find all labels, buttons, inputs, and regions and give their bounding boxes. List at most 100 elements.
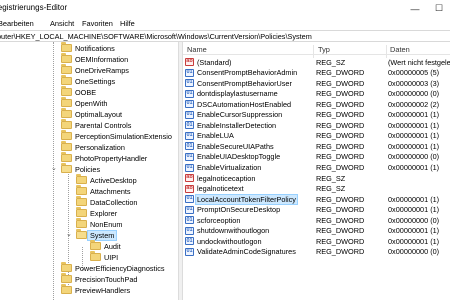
folder-icon [76,196,87,206]
tree-item[interactable]: ActiveDesktop [0,174,178,186]
value-row[interactable]: 01 scforceoption REG_DWORD 0x00000000 (0) [183,215,450,225]
binary-value-icon: 01 [185,226,194,235]
tree-item[interactable]: PowerEfficiencyDiagnostics [0,262,178,274]
value-type: REG_DWORD [316,226,365,236]
value-data: 0x00000002 (2) [388,99,440,109]
collapse-arrow-icon[interactable]: ⌄ [51,164,57,172]
binary-value-icon: 01 [185,247,194,256]
value-row[interactable]: 01 PromptOnSecureDesktop REG_DWORD 0x000000… [183,205,450,215]
folder-icon [61,130,72,140]
tree-item[interactable]: UIPI [0,251,178,263]
column-header-data[interactable]: Daten [390,45,410,54]
value-type: REG_DWORD [316,89,365,99]
folder-icon [61,64,72,74]
value-data: 0x00000001 (1) [388,131,440,141]
tree-item[interactable]: OptimalLayout [0,108,178,120]
menu-bearbeiten[interactable]: Bearbeiten [0,19,34,28]
tree-item[interactable]: NonEnum [0,218,178,230]
menu-hilfe[interactable]: Hilfe [120,19,135,28]
tree-item[interactable]: DataCollection [0,196,178,208]
value-row[interactable]: ab (Standard) REG_SZ (Wert nicht festgele [183,57,450,67]
value-name: legalnoticetext [197,184,244,194]
value-type: REG_SZ [316,57,346,67]
value-row[interactable]: 01 EnableSecureUIAPaths REG_DWORD 0x0000000… [183,141,450,151]
value-name: DSCAutomationHostEnabled [197,99,292,109]
tree-item-label: PerceptionSimulationExtensio [75,132,172,141]
menu-ansicht[interactable]: Ansicht [50,19,74,28]
tree-item[interactable]: Personalization [0,141,178,153]
binary-value-icon: 01 [185,237,194,246]
tree-item[interactable]: PrecisionTouchPad [0,273,178,285]
value-name: scforceoption [197,215,241,225]
value-type: REG_DWORD [316,194,365,204]
collapse-arrow-icon[interactable]: ⌄ [66,230,72,238]
tree-item[interactable]: Explorer [0,207,178,219]
tree-item-label: Explorer [90,209,118,218]
tree-item[interactable]: OOBE [0,86,178,98]
tree-item[interactable]: OneDriveRamps [0,64,178,76]
value-row[interactable]: 01 ValidateAdminCodeSignatures REG_DWORD 0x… [183,247,450,257]
tree-item[interactable]: ⌄ Policies [0,163,178,175]
value-row[interactable]: 01 EnableLUA REG_DWORD 0x00000001 (1) [183,131,450,141]
tree-item[interactable]: OpenWith [0,97,178,109]
value-data: 0x00000000 (0) [388,152,440,162]
tree-item[interactable]: Attachments [0,185,178,197]
tree-item-label: DataCollection [90,198,138,207]
value-row[interactable]: 01 EnableVirtualization REG_DWORD 0x0000000… [183,163,450,173]
folder-icon [90,251,101,261]
value-row[interactable]: 01 shutdownwithoutlogon REG_DWORD 0x0000000… [183,226,450,236]
value-type: REG_DWORD [316,236,365,246]
address-bar[interactable]: puter\HKEY_LOCAL_MACHINE\SOFTWARE\Micros… [0,30,450,42]
tree-item[interactable]: Notifications [0,42,178,54]
value-data: 0x00000000 (0) [388,247,440,257]
address-path: puter\HKEY_LOCAL_MACHINE\SOFTWARE\Micros… [0,32,312,41]
window-title: Registrierungs-Editor [0,3,68,12]
value-row[interactable]: 01 ConsentPromptBehaviorAdmin REG_DWORD 0x0… [183,68,450,78]
value-type: REG_DWORD [316,78,365,88]
tree-item[interactable]: ⌄ System [0,229,178,241]
value-row[interactable]: 01 EnableCursorSuppression REG_DWORD 0x0000… [183,110,450,120]
value-row[interactable]: ab legalnoticetext REG_SZ [183,184,450,194]
menu-favoriten[interactable]: Favoriten [82,19,113,28]
tree-item[interactable]: Audit [0,240,178,252]
value-row[interactable]: 01 undockwithoutlogon REG_DWORD 0x00000001 … [183,236,450,246]
value-row[interactable]: 01 DSCAutomationHostEnabled REG_DWORD 0x000… [183,99,450,109]
value-data: 0x00000001 (1) [388,226,440,236]
tree-item[interactable]: PreviewHandlers [0,284,178,296]
value-data: 0x00000001 (1) [388,120,440,130]
value-row[interactable]: ab legalnoticecaption REG_SZ [183,173,450,183]
tree-item[interactable]: OneSettings [0,75,178,87]
folder-icon [61,141,72,151]
key-tree[interactable]: Notifications OEMInformation OneDriveRamps… [0,42,178,300]
value-name: ConsentPromptBehaviorUser [197,78,292,88]
minimize-button[interactable]: — [404,0,426,17]
value-data: 0x00000005 (5) [388,68,440,78]
tree-item-label: Attachments [90,187,131,196]
value-data: 0x00000003 (3) [388,78,440,88]
folder-icon [61,97,72,107]
column-header-name[interactable]: Name [187,45,207,54]
tree-item[interactable]: PhotoPropertyHandler [0,152,178,164]
value-row[interactable]: 01 EnableUIADesktopToggle REG_DWORD 0x00000… [183,152,450,162]
column-header-type[interactable]: Typ [318,45,330,54]
tree-item[interactable]: PerceptionSimulationExtensio [0,130,178,142]
value-row[interactable]: 01 LocalAccountTokenFilterPolicy REG_DWORD… [183,193,450,205]
values-list[interactable]: Name Typ Daten ab (Standard) REG_SZ (Wert n… [183,42,450,300]
maximize-button[interactable]: ☐ [428,0,450,17]
tree-item[interactable]: Parental Controls [0,119,178,131]
value-row[interactable]: 01 EnableInstallerDetection REG_DWORD 0x000… [183,120,450,130]
tree-item[interactable]: OEMInformation [0,53,178,65]
value-name: legalnoticecaption [197,173,256,183]
binary-value-icon: 01 [185,205,194,214]
tree-item-label: OOBE [75,88,97,97]
string-value-icon: ab [185,174,194,183]
folder-icon [61,75,72,85]
value-row[interactable]: 01 dontdisplaylastusername REG_DWORD 0x0000… [183,89,450,99]
tree-item-label: System [86,230,118,241]
value-name: (Standard) [197,57,232,67]
value-type: REG_DWORD [316,110,365,120]
string-value-icon: ab [185,184,194,193]
value-type: REG_DWORD [316,141,365,151]
binary-value-icon: 01 [185,79,194,88]
value-row[interactable]: 01 ConsentPromptBehaviorUser REG_DWORD 0x00… [183,78,450,88]
